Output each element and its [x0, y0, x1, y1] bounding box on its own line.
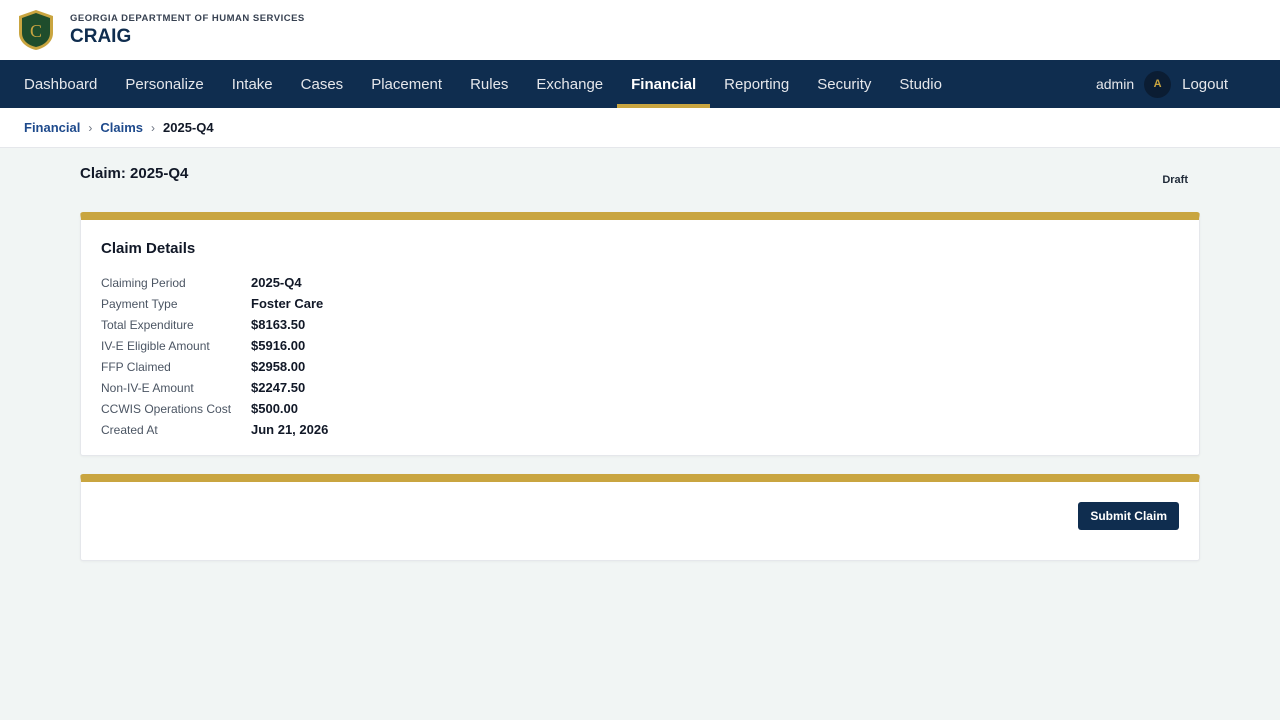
- detail-value: $2247.50: [251, 380, 306, 395]
- detail-value: $2958.00: [251, 359, 306, 374]
- nav-item-intake[interactable]: Intake: [218, 60, 287, 108]
- submit-claim-button[interactable]: Submit Claim: [1078, 502, 1179, 530]
- nav-item-rules[interactable]: Rules: [456, 60, 522, 108]
- detail-value: 2025-Q4: [251, 275, 302, 290]
- nav-item-security[interactable]: Security: [803, 60, 885, 108]
- detail-row-ive-eligible-amount: IV-E Eligible Amount $5916.00: [101, 335, 1179, 356]
- nav-item-dashboard[interactable]: Dashboard: [10, 60, 111, 108]
- breadcrumb-separator: ›: [88, 120, 93, 135]
- detail-value: $500.00: [251, 401, 298, 416]
- detail-value: Jun 21, 2026: [251, 422, 329, 437]
- app-name: CRAIG: [70, 25, 132, 47]
- breadcrumb-financial[interactable]: Financial: [24, 120, 80, 135]
- nav-item-placement[interactable]: Placement: [357, 60, 456, 108]
- logout-link[interactable]: Logout: [1182, 76, 1228, 93]
- breadcrumb-current: 2025-Q4: [163, 120, 214, 135]
- detail-label: IV-E Eligible Amount: [101, 338, 210, 353]
- title-row: Claim: 2025-Q4 Draft: [80, 165, 1200, 212]
- detail-row-ccwis-operations-cost: CCWIS Operations Cost $500.00: [101, 398, 1179, 419]
- detail-row-claiming-period: Claiming Period 2025-Q4: [101, 272, 1179, 293]
- logo-letter: C: [30, 21, 42, 41]
- detail-row-non-ive-amount: Non-IV-E Amount $2247.50: [101, 377, 1179, 398]
- detail-value: Foster Care: [251, 296, 324, 311]
- brand: GEORGIA DEPARTMENT OF HUMAN SERVICES CRA…: [70, 13, 305, 48]
- detail-row-total-expenditure: Total Expenditure $8163.50: [101, 314, 1179, 335]
- detail-label: Created At: [101, 422, 158, 437]
- card-title: Claim Details: [101, 240, 196, 257]
- breadcrumb-claims[interactable]: Claims: [100, 120, 143, 135]
- status-badge: Draft: [1162, 174, 1188, 186]
- breadcrumb: Financial › Claims › 2025-Q4: [0, 108, 1280, 148]
- nav-item-exchange[interactable]: Exchange: [522, 60, 617, 108]
- nav-item-personalize[interactable]: Personalize: [111, 60, 217, 108]
- agency-name: GEORGIA DEPARTMENT OF HUMAN SERVICES: [70, 12, 305, 24]
- detail-value: $8163.50: [251, 317, 306, 332]
- nav-item-studio[interactable]: Studio: [885, 60, 956, 108]
- detail-label: Claiming Period: [101, 275, 186, 290]
- nav-item-financial[interactable]: Financial: [617, 60, 711, 108]
- nav-item-cases[interactable]: Cases: [287, 60, 358, 108]
- main-content: Claim: 2025-Q4 Draft Claim Details Claim…: [80, 148, 1200, 561]
- detail-label: FFP Claimed: [101, 359, 171, 374]
- detail-row-ffp-claimed: FFP Claimed $2958.00: [101, 356, 1179, 377]
- user-menu: admin A Logout: [1096, 60, 1280, 108]
- shield-logo-icon[interactable]: C: [17, 9, 55, 51]
- detail-label: CCWIS Operations Cost: [101, 401, 232, 416]
- nav-item-reporting[interactable]: Reporting: [710, 60, 803, 108]
- detail-label: Non-IV-E Amount: [101, 380, 194, 395]
- breadcrumb-separator: ›: [151, 120, 155, 135]
- avatar[interactable]: A: [1144, 70, 1172, 98]
- user-name: admin: [1095, 76, 1135, 92]
- detail-value: $5916.00: [251, 338, 306, 353]
- claim-details-card: Claim Details Claiming Period 2025-Q4 Pa…: [80, 212, 1200, 456]
- detail-row-payment-type: Payment Type Foster Care: [101, 293, 1179, 314]
- app-header: C GEORGIA DEPARTMENT OF HUMAN SERVICES C…: [0, 0, 1280, 60]
- main-nav: Dashboard Personalize Intake Cases Place…: [0, 60, 1280, 108]
- page-title: Claim: 2025-Q4: [80, 165, 189, 182]
- detail-label: Total Expenditure: [101, 317, 194, 332]
- detail-row-created-at: Created At Jun 21, 2026: [101, 419, 1179, 440]
- detail-label: Payment Type: [101, 296, 178, 311]
- claim-actions-card: Submit Claim: [80, 474, 1200, 561]
